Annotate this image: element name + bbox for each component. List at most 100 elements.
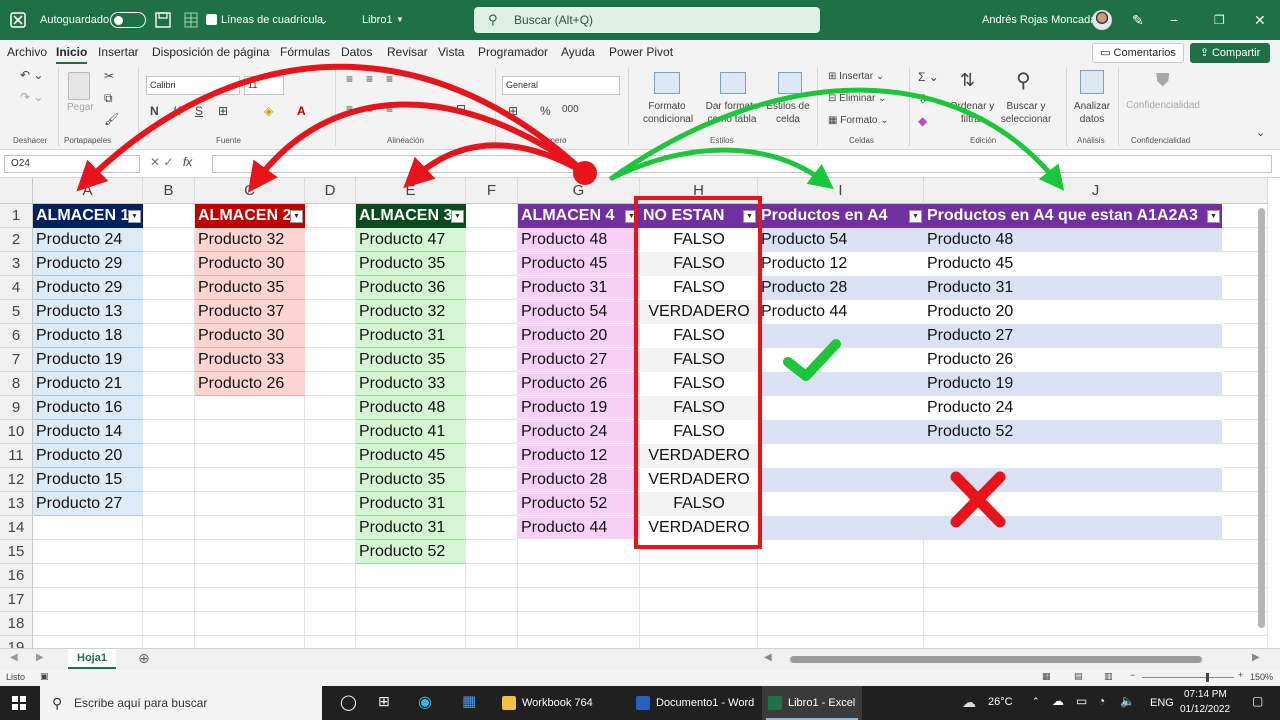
zoom-in-icon[interactable]: + [1238,670,1243,680]
tab-disposicion[interactable]: Disposición de página [152,45,269,59]
battery-icon[interactable]: ▭ [1076,694,1087,708]
table-cell[interactable]: Producto 12 [518,444,640,468]
bold-icon[interactable]: N [150,104,159,118]
macro-icon[interactable]: ▣ [40,671,49,682]
table-cell[interactable]: Producto 48 [356,396,466,420]
table-cell[interactable]: Producto 13 [33,300,143,324]
hscroll-right-icon[interactable]: ▶ [1252,652,1260,663]
table-cell[interactable]: FALSO [640,324,758,348]
table-cell[interactable]: FALSO [640,396,758,420]
pen-icon[interactable]: ✎ [1132,0,1144,40]
table-cell[interactable]: Producto 44 [518,516,640,540]
table-cell[interactable]: FALSO [640,252,758,276]
table-cell[interactable]: Producto 48 [924,228,1222,252]
edge-icon[interactable]: ◉ [418,692,432,712]
table-cell[interactable]: Producto 29 [33,276,143,300]
table-cell[interactable]: Producto 19 [33,348,143,372]
cortana-icon[interactable]: ◯ [340,693,357,711]
add-sheet-icon[interactable]: ⊕ [138,650,150,667]
minimize-icon[interactable]: − [1170,0,1178,40]
table-cell[interactable]: Producto 29 [33,252,143,276]
font-name-select[interactable]: Calibri [146,76,240,95]
customize-toolbar-icon[interactable]: ⌄ [318,0,329,40]
tab-revisar[interactable]: Revisar [387,45,428,59]
calculator-icon[interactable]: ▦ [462,692,476,710]
table-cell[interactable]: Producto 32 [195,228,305,252]
table-cell[interactable]: Producto 20 [518,324,640,348]
table-cell[interactable]: VERDADERO [640,300,758,324]
undo-icon[interactable]: ↶ ⌄ [20,68,43,82]
row-header-3[interactable]: 3 [0,252,33,276]
table-cell[interactable]: Producto 16 [33,396,143,420]
cell-styles-icon[interactable] [778,72,802,94]
row-header-5[interactable]: 5 [0,300,33,324]
table-cell[interactable]: FALSO [640,372,758,396]
sort-filter-icon[interactable]: ⇅ [960,70,975,91]
table-cell[interactable]: Producto 30 [195,324,305,348]
tab-ayuda[interactable]: Ayuda [561,45,595,59]
spreadsheet-grid[interactable]: A B C D E F G H I J 1 2 3 4 5 6 7 8 9 10 11 12 13 14 15 16 17 18 19 A… [0,178,1268,648]
table-cell-empty[interactable] [924,492,1222,516]
filter-dropdown-icon[interactable]: ▼ [1207,210,1220,223]
table-cell[interactable]: Producto 14 [33,420,143,444]
taskbar-app-workbook[interactable]: Workbook 764 [496,686,620,720]
normal-view-icon[interactable]: ▦ [1042,671,1051,682]
comma-icon[interactable]: 000 [562,104,579,115]
table-cell[interactable]: Producto 52 [518,492,640,516]
column-header-h[interactable]: H [640,178,758,204]
enter-icon[interactable]: ✓ [163,155,173,169]
row-header-2[interactable]: 2 [0,228,33,252]
column-header-f[interactable]: F [466,178,518,204]
copy-icon[interactable]: ⧉ [104,91,113,106]
horizontal-scrollbar[interactable] [790,656,1202,663]
column-header-g[interactable]: G [518,178,640,204]
table-cell[interactable]: Producto 35 [195,276,305,300]
table-cell[interactable]: Producto 20 [924,300,1222,324]
table-cell[interactable]: Producto 18 [33,324,143,348]
network-icon[interactable]: ◔ [1098,694,1105,708]
table-cell[interactable]: Producto 32 [356,300,466,324]
table-cell-empty[interactable] [758,444,924,468]
table-cell[interactable]: Producto 52 [924,420,1222,444]
table-header-almacen1[interactable]: ALMACEN 1 [33,204,143,228]
conditional-format-button[interactable]: Formato condicional [643,100,693,126]
zoom-slider[interactable] [1142,677,1234,678]
row-header-6[interactable]: 6 [0,324,33,348]
table-cell[interactable]: Producto 27 [33,492,143,516]
avatar[interactable] [1092,10,1112,30]
table-cell[interactable]: Producto 28 [518,468,640,492]
zoom-out-icon[interactable]: − [1130,670,1135,680]
table-cell[interactable]: VERDADERO [640,516,758,540]
format-painter-icon[interactable]: 🖌 [104,112,119,126]
column-header-b[interactable]: B [143,178,195,204]
analyze-data-button[interactable]: Analizar datos [1070,100,1114,126]
clear-icon[interactable]: ◆ [918,114,927,128]
table-cell[interactable]: FALSO [640,420,758,444]
cell-styles-button[interactable]: Estilos de celda [766,100,810,126]
tab-archivo[interactable]: Archivo [7,45,47,59]
cloud-icon[interactable]: ☁ [1052,694,1064,708]
table-cell[interactable]: Producto 26 [195,372,305,396]
table-cell[interactable]: VERDADERO [640,468,758,492]
taskbar-app-excel[interactable]: Libro1 - Excel [762,686,862,720]
find-select-button[interactable]: Buscar y seleccionar [996,100,1056,126]
table-cell[interactable]: Producto 31 [924,276,1222,300]
paste-label[interactable]: Pegar [67,102,94,113]
number-format-select[interactable]: General [502,76,620,95]
filter-dropdown-icon[interactable]: ▼ [743,210,756,223]
font-size-select[interactable]: 11 [244,76,284,95]
save-icon[interactable] [155,12,171,28]
percent-icon[interactable]: % [540,104,551,118]
align-top-icon[interactable]: ≡ [346,72,353,86]
table-cell[interactable]: Producto 33 [356,372,466,396]
tab-programador[interactable]: Programador [478,45,548,59]
table-cell[interactable]: Producto 47 [356,228,466,252]
redo-icon[interactable]: ↷ ⌄ [20,90,43,104]
tab-vista[interactable]: Vista [438,45,464,59]
table-cell[interactable]: Producto 44 [758,300,924,324]
table-cell-empty[interactable] [758,420,924,444]
column-header-a[interactable]: A [33,178,143,204]
align-bottom-icon[interactable]: ≡ [386,72,393,86]
row-header-8[interactable]: 8 [0,372,33,396]
row-header-1[interactable]: 1 [0,204,33,228]
